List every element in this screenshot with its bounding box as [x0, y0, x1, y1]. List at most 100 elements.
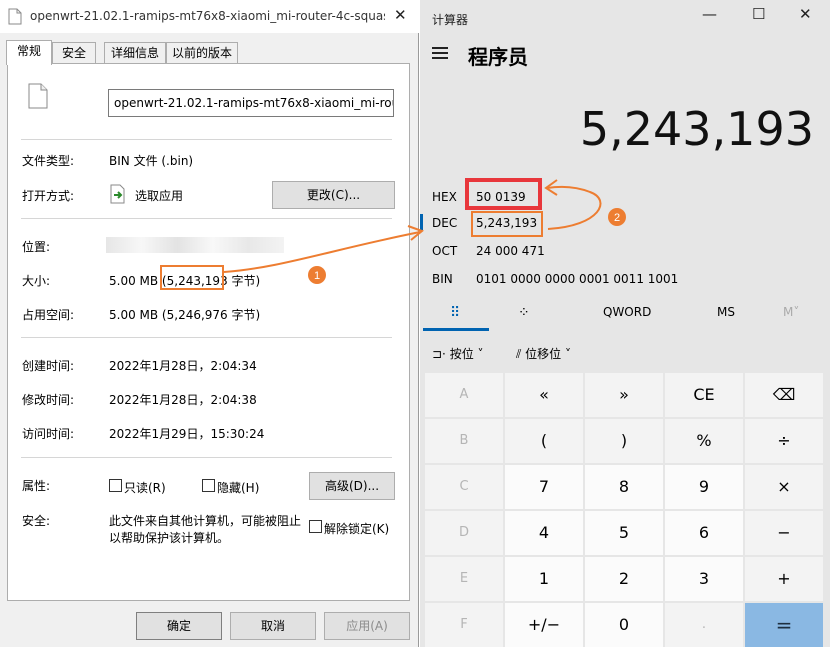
radix-oct-value: 24 000 471 — [476, 244, 545, 258]
shift-label: 位移位 — [525, 347, 562, 361]
plus-key[interactable]: + — [745, 557, 823, 601]
selected-radix-marker — [420, 214, 423, 230]
modified-label: 修改时间: — [22, 393, 75, 407]
multiply-key[interactable]: × — [745, 465, 823, 509]
digit-4-key[interactable]: 4 — [505, 511, 583, 555]
readonly-label: 只读(R) — [124, 481, 166, 495]
calculator-title: 计算器 — [432, 13, 469, 27]
close-icon[interactable]: ✕ — [394, 6, 407, 24]
size-highlight-box — [160, 265, 224, 290]
percent-key[interactable]: % — [665, 419, 743, 463]
digit-9-key[interactable]: 9 — [665, 465, 743, 509]
accessed-label: 访问时间: — [22, 427, 75, 441]
size-suffix: 字节) — [227, 274, 261, 288]
shift-icon: ⫽ — [516, 347, 526, 361]
open-with-label: 打开方式: — [22, 189, 75, 203]
shift-left-key[interactable]: « — [505, 373, 583, 417]
full-keypad-icon[interactable]: ⠿ — [450, 305, 460, 321]
negate-key[interactable]: +/− — [505, 603, 583, 647]
app-picker-icon — [110, 184, 125, 204]
file-small-icon — [8, 8, 22, 25]
minimize-icon[interactable]: — — [702, 5, 717, 23]
change-button[interactable]: 更改(C)... — [272, 181, 395, 209]
bit-toggle-keypad-icon[interactable]: ⁘ — [518, 305, 530, 321]
digit-5-key[interactable]: 5 — [585, 511, 663, 555]
ok-button[interactable]: 确定 — [136, 612, 222, 640]
result-display: 5,243,193 — [579, 102, 814, 156]
active-keypad-underline — [423, 328, 489, 331]
readonly-checkbox[interactable] — [109, 479, 122, 492]
close-icon[interactable]: ✕ — [799, 5, 812, 23]
tab-security[interactable]: 安全 — [52, 42, 96, 64]
file-icon — [28, 83, 48, 109]
created-value: 2022年1月28日，2:04:34 — [109, 359, 257, 373]
menu-icon[interactable] — [432, 47, 448, 59]
word-size-button[interactable]: QWORD — [603, 305, 651, 319]
divider — [21, 457, 392, 458]
mode-title: 程序员 — [468, 45, 528, 69]
size-prefix: 5.00 MB ( — [109, 274, 167, 288]
radix-hex-label[interactable]: HEX — [432, 190, 457, 204]
minus-key[interactable]: − — [745, 511, 823, 555]
location-label: 位置: — [22, 240, 51, 254]
hex-a-key[interactable]: A — [425, 373, 503, 417]
disk-size-label: 占用空间: — [22, 308, 75, 322]
memory-list-button[interactable]: M˅ — [783, 305, 799, 319]
file-type-label: 文件类型: — [22, 154, 75, 168]
divide-key[interactable]: ÷ — [745, 419, 823, 463]
modified-value: 2022年1月28日，2:04:38 — [109, 393, 257, 407]
radix-oct-label[interactable]: OCT — [432, 244, 457, 258]
hex-e-key[interactable]: E — [425, 557, 503, 601]
accessed-value: 2022年1月29日，15:30:24 — [109, 427, 265, 441]
radix-bin-label[interactable]: BIN — [432, 272, 453, 286]
backspace-key[interactable]: ⌫ — [745, 373, 823, 417]
decimal-key[interactable]: . — [665, 603, 743, 647]
calculator-window: 计算器 — ☐ ✕ 程序员 5,243,193 HEX 50 0139 DEC … — [420, 0, 830, 647]
chevron-down-icon: ˅ — [561, 347, 572, 361]
radix-dec-value: 5,243,193 — [476, 216, 538, 230]
digit-6-key[interactable]: 6 — [665, 511, 743, 555]
hex-f-key[interactable]: F — [425, 603, 503, 647]
equals-key[interactable]: = — [745, 603, 823, 647]
file-type-value: BIN 文件 (.bin) — [109, 154, 194, 168]
memory-store-button[interactable]: MS — [717, 305, 735, 319]
maximize-icon[interactable]: ☐ — [752, 5, 765, 23]
disk-size-value: 5.00 MB (5,246,976 字节) — [109, 308, 261, 322]
radix-hex-value: 50 0139 — [476, 190, 526, 204]
security-text-line2: 以帮助保护该计算机。 — [109, 531, 230, 545]
tab-previous-versions[interactable]: 以前的版本 — [166, 42, 238, 64]
size-label: 大小: — [22, 274, 51, 288]
digit-1-key[interactable]: 1 — [505, 557, 583, 601]
cancel-button[interactable]: 取消 — [230, 612, 316, 640]
digit-2-key[interactable]: 2 — [585, 557, 663, 601]
open-with-value: 选取应用 — [135, 189, 184, 203]
filename-field[interactable]: openwrt-21.02.1-ramips-mt76x8-xiaomi_mi-… — [108, 89, 394, 117]
apply-button[interactable]: 应用(A) — [324, 612, 410, 640]
radix-dec-label[interactable]: DEC — [432, 216, 457, 230]
unblock-label: 解除锁定(K) — [324, 522, 390, 536]
unblock-checkbox[interactable] — [309, 520, 322, 533]
hidden-label: 隐藏(H) — [217, 481, 260, 495]
attributes-label: 属性: — [22, 479, 51, 493]
digit-8-key[interactable]: 8 — [585, 465, 663, 509]
open-paren-key[interactable]: ( — [505, 419, 583, 463]
digit-0-key[interactable]: 0 — [585, 603, 663, 647]
logic-gate-icon: ⊐· — [432, 347, 450, 361]
security-label: 安全: — [22, 514, 51, 528]
created-label: 创建时间: — [22, 359, 75, 373]
digit-3-key[interactable]: 3 — [665, 557, 743, 601]
hex-d-key[interactable]: D — [425, 511, 503, 555]
hidden-checkbox[interactable] — [202, 479, 215, 492]
clear-entry-key[interactable]: CE — [665, 373, 743, 417]
hex-c-key[interactable]: C — [425, 465, 503, 509]
bitshift-dropdown[interactable]: ⫽ 位移位 ˅ — [516, 345, 571, 362]
tab-general[interactable]: 常规 — [6, 40, 52, 65]
bitwise-dropdown[interactable]: ⊐· 按位 ˅ — [432, 345, 484, 362]
tab-details[interactable]: 详细信息 — [104, 42, 166, 64]
close-paren-key[interactable]: ) — [585, 419, 663, 463]
advanced-button[interactable]: 高级(D)... — [309, 472, 395, 500]
hex-b-key[interactable]: B — [425, 419, 503, 463]
digit-7-key[interactable]: 7 — [505, 465, 583, 509]
shift-right-key[interactable]: » — [585, 373, 663, 417]
bitwise-label: 按位 — [449, 347, 474, 361]
